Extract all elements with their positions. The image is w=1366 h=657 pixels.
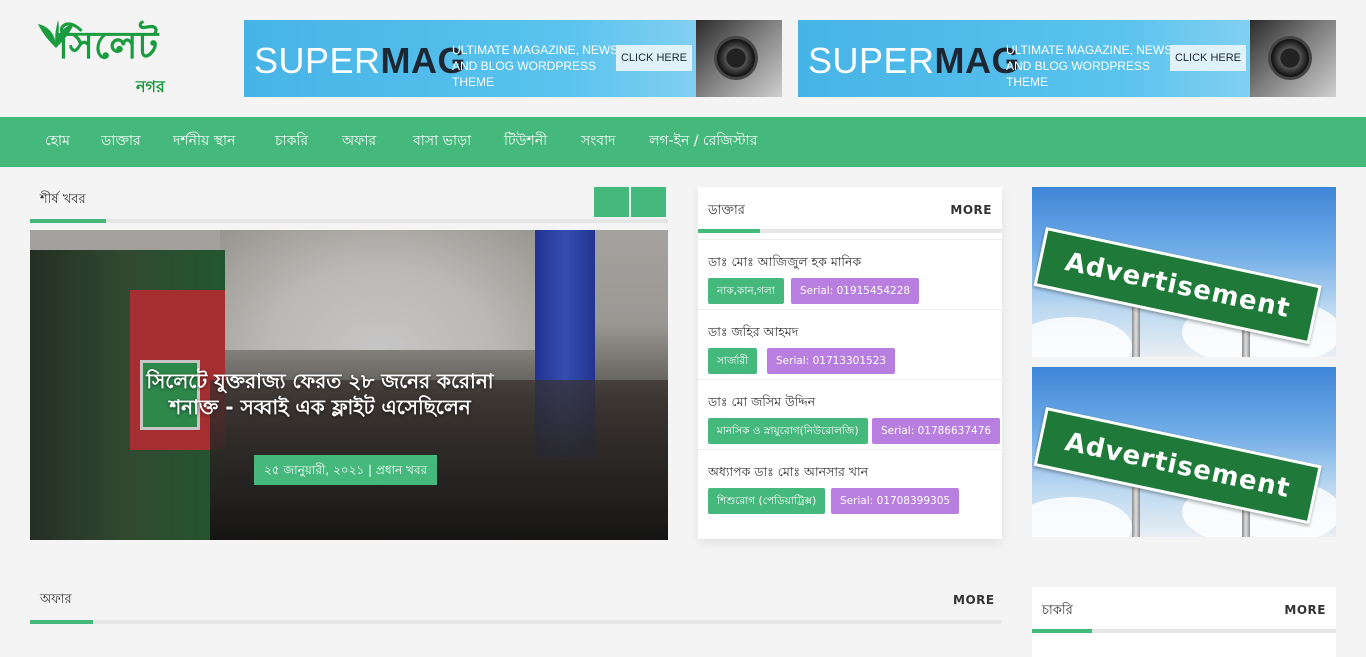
- advertisement-image[interactable]: Advertisement: [1032, 367, 1336, 537]
- header-banner-ad[interactable]: SUPERMAG Ultimate Magazine, News and Blo…: [244, 20, 782, 97]
- section-divider: [30, 620, 1002, 624]
- widget-title: ডাক্তার: [708, 203, 745, 218]
- banner-click-button[interactable]: CLICK HERE: [1170, 45, 1246, 71]
- nav-item-jobs[interactable]: চাকরি: [275, 117, 308, 167]
- serial-tag: Serial: 01915454228: [791, 278, 920, 304]
- doctor-widget: ডাক্তার MORE ডাঃ মোঃ আজিজুল হক মানিক নাক…: [698, 187, 1002, 539]
- specialty-tag[interactable]: নাক,কান,গলা: [708, 278, 784, 304]
- logo-subtext: নগর: [136, 77, 165, 96]
- section-divider: [30, 219, 668, 223]
- camera-image: [1250, 20, 1336, 97]
- section-divider: [698, 229, 1002, 233]
- banner-brand: SUPERMAG: [254, 40, 467, 81]
- serial-tag: Serial: 01713301523: [767, 348, 896, 374]
- specialty-tag[interactable]: মানসিক ও স্নায়ুরোগ(নিউরোলজি): [708, 418, 868, 444]
- more-link[interactable]: MORE: [950, 203, 992, 217]
- specialty-tag[interactable]: শিশুরোগ (পেডিয়াট্রিক্স): [708, 488, 826, 514]
- banner-click-button[interactable]: CLICK HERE: [616, 45, 692, 71]
- nav-item-rent[interactable]: বাসা ভাড়া: [413, 117, 471, 167]
- prev-slide-button[interactable]: [594, 187, 629, 217]
- doctor-name[interactable]: অধ্যাপক ডাঃ মোঃ আনসার খান: [708, 464, 868, 484]
- site-logo[interactable]: সিলেট নগর: [36, 20, 196, 98]
- nav-item-doctor[interactable]: ডাক্তার: [101, 117, 141, 167]
- top-news-heading: শীর্ষ খবর: [40, 192, 86, 207]
- nav-item-home[interactable]: হোম: [45, 117, 70, 167]
- serial-tag: Serial: 01708399305: [831, 488, 960, 514]
- doctor-item[interactable]: অধ্যাপক ডাঃ মোঃ আনসার খান শিশুরোগ (পেডিয…: [698, 449, 1002, 519]
- header-banner-ad[interactable]: SUPERMAG Ultimate Magazine, News and Blo…: [798, 20, 1336, 97]
- section-divider: [1032, 629, 1336, 633]
- next-slide-button[interactable]: [631, 187, 666, 217]
- doctor-name[interactable]: ডাঃ মোঃ আজিজুল হক মানিক: [708, 254, 861, 274]
- doctor-item[interactable]: ডাঃ মোঃ আজিজুল হক মানিক নাক,কান,গলা Seri…: [698, 239, 1002, 309]
- nav-item-news[interactable]: সংবাদ: [581, 117, 615, 167]
- banner-brand: SUPERMAG: [808, 40, 1021, 81]
- offers-heading: অফার: [40, 592, 72, 607]
- offers-more-link[interactable]: MORE: [953, 593, 995, 607]
- camera-image: [696, 20, 782, 97]
- jobs-widget: চাকরি MORE: [1032, 587, 1336, 657]
- main-nav: হোম ডাক্তার দর্শনীয় স্থান চাকরি অফার বা…: [0, 117, 1366, 167]
- banner-tagline: Ultimate Magazine, News and Blog WordPre…: [1006, 43, 1173, 89]
- nav-item-offers[interactable]: অফার: [342, 117, 376, 167]
- doctor-name[interactable]: ডাঃ জহির আহমদ: [708, 324, 798, 344]
- doctor-item[interactable]: ডাঃ জহির আহমদ সার্জারী Serial: 017133015…: [698, 309, 1002, 379]
- logo-text: সিলেট: [58, 23, 159, 67]
- top-news-title[interactable]: সিলেটে যুক্তরাজ্য ফেরত ২৮ জনের করোনা শনা…: [140, 368, 500, 420]
- nav-item-places[interactable]: দর্শনীয় স্থান: [173, 117, 235, 167]
- doctor-item[interactable]: ডাঃ মো জসিম উদ্দিন মানসিক ও স্নায়ুরোগ(ন…: [698, 379, 1002, 449]
- top-news-meta: ২৫ জানুয়ারী, ২০২১ | প্রধান খবর: [254, 455, 438, 485]
- serial-tag: Serial: 01786637476: [872, 418, 1001, 444]
- jobs-more-link[interactable]: MORE: [1284, 603, 1326, 617]
- specialty-tag[interactable]: সার্জারী: [708, 348, 758, 374]
- doctor-name[interactable]: ডাঃ মো জসিম উদ্দিন: [708, 394, 815, 414]
- nav-item-login[interactable]: লগ-ইন / রেজিস্টার: [649, 117, 757, 167]
- banner-tagline: Ultimate Magazine, News and Blog WordPre…: [452, 43, 619, 89]
- widget-title: চাকরি: [1042, 603, 1073, 618]
- nav-item-tuition[interactable]: টিউশনী: [504, 117, 547, 167]
- advertisement-image[interactable]: Advertisement: [1032, 187, 1336, 357]
